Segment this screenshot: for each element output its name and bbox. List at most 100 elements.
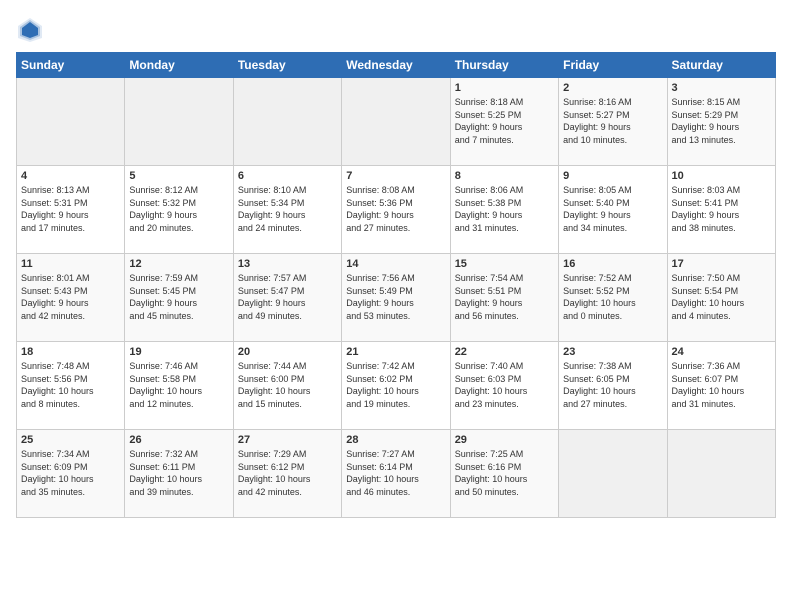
day-info: Sunrise: 7:46 AM Sunset: 5:58 PM Dayligh…	[129, 360, 228, 410]
day-cell: 17 Sunrise: 7:50 AM Sunset: 5:54 PM Dayli…	[667, 254, 775, 342]
week-row-2: 4 Sunrise: 8:13 AM Sunset: 5:31 PM Daylig…	[17, 166, 776, 254]
weekday-header-wednesday: Wednesday	[342, 53, 450, 78]
day-cell: 7 Sunrise: 8:08 AM Sunset: 5:36 PM Daylig…	[342, 166, 450, 254]
day-info: Sunrise: 8:18 AM Sunset: 5:25 PM Dayligh…	[455, 96, 554, 146]
header	[16, 16, 776, 44]
day-number: 18	[21, 346, 120, 358]
day-number: 28	[346, 434, 445, 446]
day-cell: 22 Sunrise: 7:40 AM Sunset: 6:03 PM Dayli…	[450, 342, 558, 430]
day-cell: 18 Sunrise: 7:48 AM Sunset: 5:56 PM Dayli…	[17, 342, 125, 430]
day-info: Sunrise: 7:57 AM Sunset: 5:47 PM Dayligh…	[238, 272, 337, 322]
day-cell: 25 Sunrise: 7:34 AM Sunset: 6:09 PM Dayli…	[17, 430, 125, 518]
day-cell: 15 Sunrise: 7:54 AM Sunset: 5:51 PM Dayli…	[450, 254, 558, 342]
day-cell	[342, 78, 450, 166]
day-cell: 21 Sunrise: 7:42 AM Sunset: 6:02 PM Dayli…	[342, 342, 450, 430]
day-number: 17	[672, 258, 771, 270]
day-number: 12	[129, 258, 228, 270]
day-cell: 5 Sunrise: 8:12 AM Sunset: 5:32 PM Daylig…	[125, 166, 233, 254]
day-info: Sunrise: 7:34 AM Sunset: 6:09 PM Dayligh…	[21, 448, 120, 498]
day-cell: 29 Sunrise: 7:25 AM Sunset: 6:16 PM Dayli…	[450, 430, 558, 518]
weekday-header-thursday: Thursday	[450, 53, 558, 78]
day-number: 11	[21, 258, 120, 270]
day-number: 10	[672, 170, 771, 182]
day-cell: 6 Sunrise: 8:10 AM Sunset: 5:34 PM Daylig…	[233, 166, 341, 254]
day-cell: 19 Sunrise: 7:46 AM Sunset: 5:58 PM Dayli…	[125, 342, 233, 430]
day-info: Sunrise: 7:32 AM Sunset: 6:11 PM Dayligh…	[129, 448, 228, 498]
day-cell: 8 Sunrise: 8:06 AM Sunset: 5:38 PM Daylig…	[450, 166, 558, 254]
weekday-header-friday: Friday	[559, 53, 667, 78]
day-info: Sunrise: 8:12 AM Sunset: 5:32 PM Dayligh…	[129, 184, 228, 234]
day-number: 29	[455, 434, 554, 446]
week-row-4: 18 Sunrise: 7:48 AM Sunset: 5:56 PM Dayli…	[17, 342, 776, 430]
day-cell: 23 Sunrise: 7:38 AM Sunset: 6:05 PM Dayli…	[559, 342, 667, 430]
day-number: 26	[129, 434, 228, 446]
day-info: Sunrise: 8:13 AM Sunset: 5:31 PM Dayligh…	[21, 184, 120, 234]
calendar-table: SundayMondayTuesdayWednesdayThursdayFrid…	[16, 52, 776, 518]
week-row-3: 11Sunrise: 8:01 AM Sunset: 5:43 PM Dayli…	[17, 254, 776, 342]
day-number: 2	[563, 82, 662, 94]
day-info: Sunrise: 8:10 AM Sunset: 5:34 PM Dayligh…	[238, 184, 337, 234]
day-info: Sunrise: 8:15 AM Sunset: 5:29 PM Dayligh…	[672, 96, 771, 146]
day-number: 24	[672, 346, 771, 358]
day-cell: 20 Sunrise: 7:44 AM Sunset: 6:00 PM Dayli…	[233, 342, 341, 430]
day-info: Sunrise: 7:56 AM Sunset: 5:49 PM Dayligh…	[346, 272, 445, 322]
day-info: Sunrise: 8:03 AM Sunset: 5:41 PM Dayligh…	[672, 184, 771, 234]
weekday-header-row: SundayMondayTuesdayWednesdayThursdayFrid…	[17, 53, 776, 78]
day-number: 15	[455, 258, 554, 270]
day-number: 4	[21, 170, 120, 182]
day-cell	[125, 78, 233, 166]
day-cell: 10 Sunrise: 8:03 AM Sunset: 5:41 PM Dayli…	[667, 166, 775, 254]
day-cell: 13Sunrise: 7:57 AM Sunset: 5:47 PM Dayli…	[233, 254, 341, 342]
day-info: Sunrise: 7:48 AM Sunset: 5:56 PM Dayligh…	[21, 360, 120, 410]
day-number: 1	[455, 82, 554, 94]
day-number: 6	[238, 170, 337, 182]
day-cell: 12 Sunrise: 7:59 AM Sunset: 5:45 PM Dayli…	[125, 254, 233, 342]
week-row-1: 1 Sunrise: 8:18 AM Sunset: 5:25 PM Daylig…	[17, 78, 776, 166]
day-cell: 1 Sunrise: 8:18 AM Sunset: 5:25 PM Daylig…	[450, 78, 558, 166]
day-info: Sunrise: 7:44 AM Sunset: 6:00 PM Dayligh…	[238, 360, 337, 410]
day-number: 23	[563, 346, 662, 358]
day-info: Sunrise: 7:36 AM Sunset: 6:07 PM Dayligh…	[672, 360, 771, 410]
day-cell: 27Sunrise: 7:29 AM Sunset: 6:12 PM Dayli…	[233, 430, 341, 518]
logo-icon	[16, 16, 44, 44]
day-info: Sunrise: 7:25 AM Sunset: 6:16 PM Dayligh…	[455, 448, 554, 498]
logo	[16, 16, 48, 44]
day-number: 22	[455, 346, 554, 358]
day-number: 3	[672, 82, 771, 94]
day-cell: 24 Sunrise: 7:36 AM Sunset: 6:07 PM Dayli…	[667, 342, 775, 430]
day-number: 19	[129, 346, 228, 358]
day-cell	[17, 78, 125, 166]
day-number: 5	[129, 170, 228, 182]
day-cell	[667, 430, 775, 518]
day-info: Sunrise: 7:27 AM Sunset: 6:14 PM Dayligh…	[346, 448, 445, 498]
day-info: Sunrise: 7:42 AM Sunset: 6:02 PM Dayligh…	[346, 360, 445, 410]
day-cell: 16 Sunrise: 7:52 AM Sunset: 5:52 PM Dayli…	[559, 254, 667, 342]
day-number: 8	[455, 170, 554, 182]
day-number: 16	[563, 258, 662, 270]
day-cell: 14 Sunrise: 7:56 AM Sunset: 5:49 PM Dayli…	[342, 254, 450, 342]
day-info: Sunrise: 8:08 AM Sunset: 5:36 PM Dayligh…	[346, 184, 445, 234]
day-info: Sunrise: 7:59 AM Sunset: 5:45 PM Dayligh…	[129, 272, 228, 322]
day-info: Sunrise: 8:05 AM Sunset: 5:40 PM Dayligh…	[563, 184, 662, 234]
weekday-header-sunday: Sunday	[17, 53, 125, 78]
day-info: Sunrise: 7:50 AM Sunset: 5:54 PM Dayligh…	[672, 272, 771, 322]
day-number: 20	[238, 346, 337, 358]
day-info: Sunrise: 7:38 AM Sunset: 6:05 PM Dayligh…	[563, 360, 662, 410]
day-cell	[233, 78, 341, 166]
day-cell: 26 Sunrise: 7:32 AM Sunset: 6:11 PM Dayli…	[125, 430, 233, 518]
day-info: Sunrise: 7:40 AM Sunset: 6:03 PM Dayligh…	[455, 360, 554, 410]
day-number: 14	[346, 258, 445, 270]
weekday-header-monday: Monday	[125, 53, 233, 78]
weekday-header-saturday: Saturday	[667, 53, 775, 78]
week-row-5: 25 Sunrise: 7:34 AM Sunset: 6:09 PM Dayli…	[17, 430, 776, 518]
day-info: Sunrise: 7:54 AM Sunset: 5:51 PM Dayligh…	[455, 272, 554, 322]
day-cell: 3 Sunrise: 8:15 AM Sunset: 5:29 PM Daylig…	[667, 78, 775, 166]
day-info: Sunrise: 7:52 AM Sunset: 5:52 PM Dayligh…	[563, 272, 662, 322]
day-info: Sunrise: 8:06 AM Sunset: 5:38 PM Dayligh…	[455, 184, 554, 234]
day-number: 25	[21, 434, 120, 446]
day-number: 27	[238, 434, 337, 446]
day-cell: 9Sunrise: 8:05 AM Sunset: 5:40 PM Daylig…	[559, 166, 667, 254]
day-number: 21	[346, 346, 445, 358]
day-cell	[559, 430, 667, 518]
day-number: 7	[346, 170, 445, 182]
